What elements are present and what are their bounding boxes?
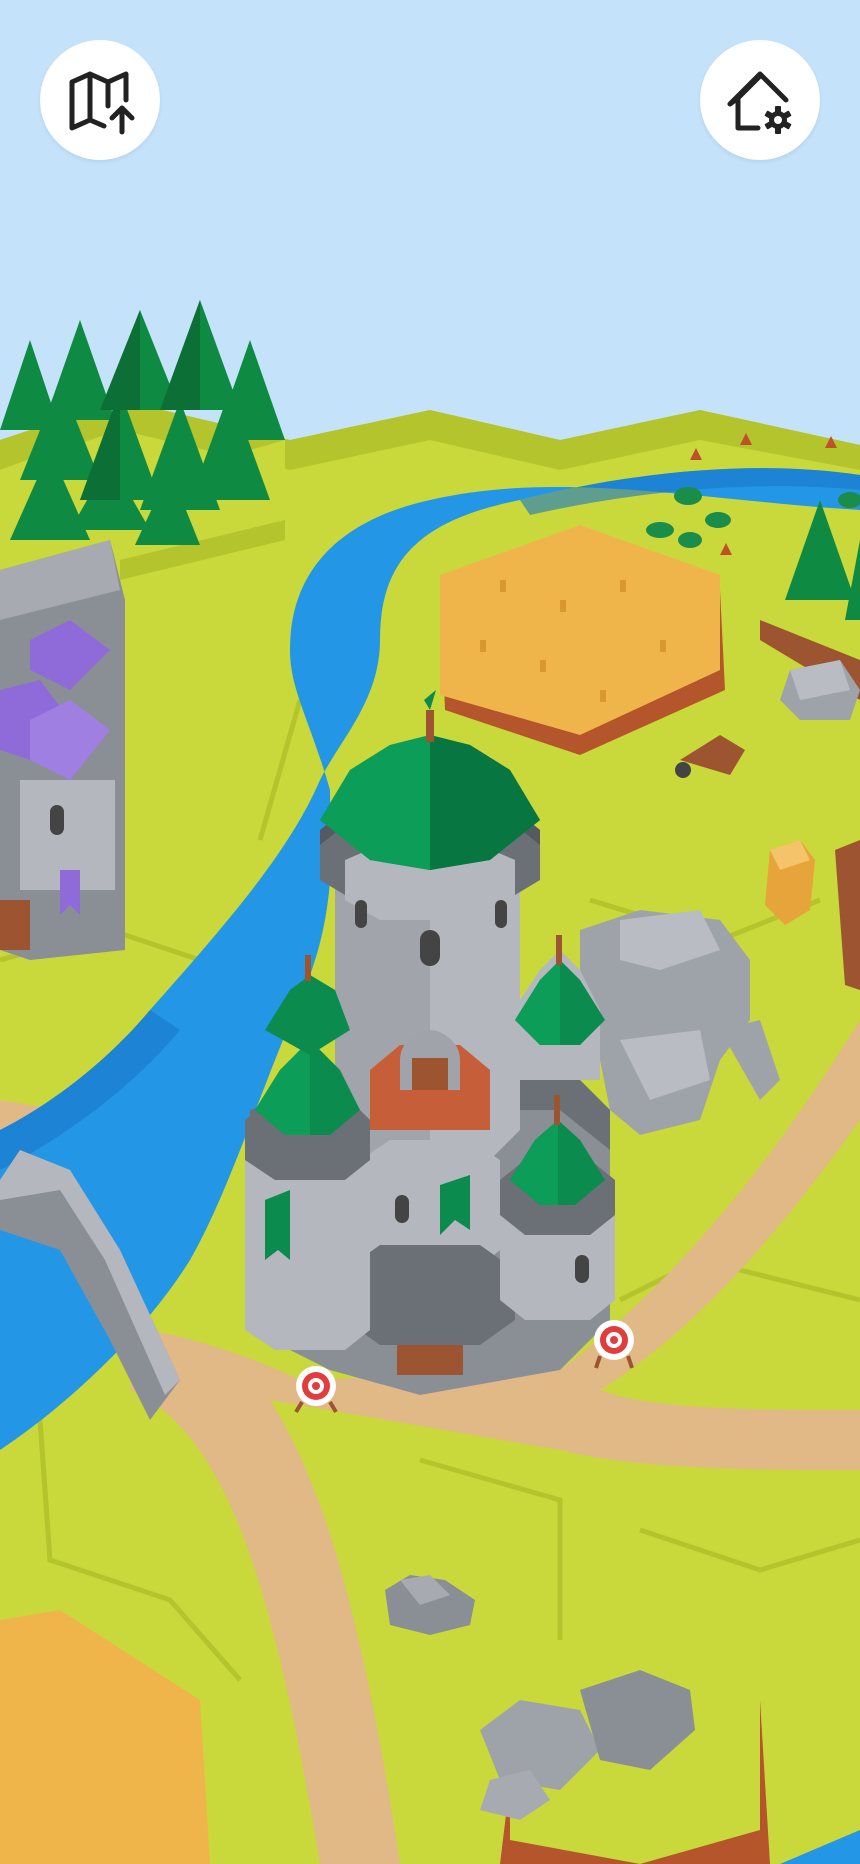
house-settings-button[interactable] xyxy=(700,40,820,160)
game-world-scene[interactable] xyxy=(0,0,860,1864)
house-settings-icon xyxy=(727,71,792,134)
map-upload-icon xyxy=(69,71,135,135)
map-upload-button[interactable] xyxy=(40,40,160,160)
castle-gate[interactable] xyxy=(397,1345,463,1375)
archery-target[interactable] xyxy=(294,1366,338,1414)
flag-pole xyxy=(426,710,434,742)
tower-window xyxy=(420,930,440,966)
purple-roof-castle[interactable] xyxy=(0,540,125,960)
